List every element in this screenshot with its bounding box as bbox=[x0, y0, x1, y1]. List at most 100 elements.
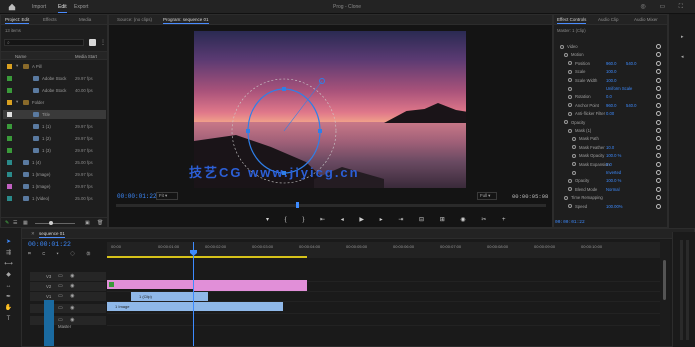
tab-effect-controls[interactable]: Effect Controls bbox=[557, 17, 587, 24]
reset-icon[interactable] bbox=[656, 69, 661, 75]
effect-property-row[interactable]: Mask (1) bbox=[556, 127, 668, 135]
fit-select[interactable]: Fit ▾ bbox=[156, 192, 178, 200]
property-value-2[interactable]: 540.0 bbox=[626, 61, 636, 66]
program-playhead[interactable] bbox=[296, 202, 299, 208]
zoom-slider[interactable] bbox=[35, 223, 75, 224]
reset-icon[interactable] bbox=[656, 203, 661, 209]
track-select-icon[interactable]: ⇶ bbox=[4, 249, 13, 258]
grid-view-icon[interactable]: ▦ bbox=[23, 220, 28, 226]
timeline-current-time[interactable]: 00:00:01:22 bbox=[28, 241, 71, 248]
list-item[interactable]: 1 (4) 25.00 fps bbox=[3, 158, 106, 167]
track-header-a1[interactable]: A1▭ ◉ bbox=[30, 304, 106, 314]
property-value[interactable]: 0.0 bbox=[606, 94, 612, 99]
list-item[interactable]: 1 (1) 29.97 fps bbox=[3, 122, 106, 131]
tab-audio-mixer[interactable]: Audio Mixer bbox=[634, 17, 658, 22]
resolution-select[interactable]: Full ▾ bbox=[477, 192, 497, 200]
tab-export[interactable]: Export bbox=[74, 4, 88, 10]
time-ruler[interactable]: 00:00 00:00:01:00 00:00:02:00 00:00:03:00 00… bbox=[107, 242, 660, 258]
list-item[interactable]: 1 (Image) 29.97 fps bbox=[3, 182, 106, 191]
stopwatch-icon[interactable] bbox=[568, 128, 572, 133]
trash-icon[interactable]: 🗑 bbox=[97, 220, 103, 226]
keyframe-nav-icon[interactable]: ◂ bbox=[681, 54, 684, 60]
effect-property-row[interactable]: Mask Path bbox=[556, 135, 668, 143]
effects-time[interactable]: 00:00:01:22 bbox=[555, 220, 585, 225]
stopwatch-icon[interactable] bbox=[568, 204, 572, 209]
stopwatch-icon[interactable] bbox=[564, 120, 568, 125]
stopwatch-icon[interactable] bbox=[568, 86, 572, 91]
effect-property-row[interactable]: Mask Expansion 0.0 bbox=[556, 161, 668, 169]
effect-property-row[interactable]: Scale Width 100.0 bbox=[556, 77, 668, 85]
property-value[interactable]: 100.0 bbox=[606, 69, 616, 74]
reset-icon[interactable] bbox=[656, 119, 661, 125]
reset-icon[interactable] bbox=[656, 44, 661, 49]
type-icon[interactable]: T bbox=[4, 315, 13, 324]
stopwatch-icon[interactable] bbox=[572, 162, 576, 167]
stopwatch-icon[interactable] bbox=[564, 52, 568, 57]
effect-property-row[interactable]: Blend Mode Normal bbox=[556, 186, 668, 194]
stopwatch-icon[interactable] bbox=[572, 145, 576, 150]
selection-tool-icon[interactable]: ➤ bbox=[4, 238, 13, 247]
reset-icon[interactable] bbox=[656, 186, 661, 192]
bin-row[interactable]: ▾ A Pill bbox=[3, 62, 106, 71]
effect-property-row[interactable]: Position 960.0 540.0 bbox=[556, 60, 668, 68]
new-item-icon[interactable]: ▣ bbox=[85, 220, 90, 226]
stopwatch-icon[interactable] bbox=[572, 170, 576, 175]
stopwatch-icon[interactable] bbox=[568, 78, 572, 83]
clip-graphic[interactable] bbox=[107, 280, 307, 289]
stopwatch-icon[interactable] bbox=[568, 69, 572, 74]
close-tab-icon[interactable]: ✕ bbox=[31, 231, 35, 237]
effect-property-row[interactable]: Mask Feather 10.0 bbox=[556, 144, 668, 152]
property-value[interactable]: 0.0 bbox=[606, 162, 612, 167]
effect-property-row[interactable]: Anchor Point 960.0 540.0 bbox=[556, 102, 668, 110]
master-clip-label[interactable]: Master: 1 (Clip) bbox=[557, 28, 586, 33]
program-current-time[interactable]: 00:00:01:22 bbox=[117, 193, 157, 200]
property-value[interactable]: Normal bbox=[606, 187, 620, 192]
effect-property-row[interactable]: Opacity 100.0 % bbox=[556, 177, 668, 185]
stopwatch-icon[interactable] bbox=[560, 44, 564, 49]
list-item[interactable]: Title bbox=[3, 110, 106, 119]
chevron-down-icon[interactable]: ▾ bbox=[16, 99, 18, 105]
window-controls[interactable]: ◎ ▭ ⛶ bbox=[641, 3, 689, 11]
pen-icon[interactable]: ✒ bbox=[4, 293, 13, 302]
track-toggle-icons[interactable]: ▭ ◉ bbox=[58, 317, 77, 323]
timeline-clip[interactable]: 1 (Clip) bbox=[131, 292, 208, 301]
zoom-slider-thumb[interactable] bbox=[49, 221, 53, 225]
tab-audio-clip[interactable]: Audio Clip bbox=[598, 17, 619, 22]
col-name[interactable]: Name bbox=[15, 54, 26, 59]
property-value[interactable]: 10.0 bbox=[606, 145, 614, 150]
search-input[interactable]: ⌕ bbox=[4, 39, 84, 46]
bin-row[interactable]: ▾ Folder bbox=[3, 98, 106, 107]
stopwatch-icon[interactable] bbox=[572, 153, 576, 158]
tab-sequence[interactable]: sequence 01 bbox=[39, 231, 65, 238]
list-item[interactable]: 1 (Image) 29.97 fps bbox=[3, 170, 106, 179]
property-value[interactable]: 0.00 bbox=[606, 111, 614, 116]
reset-icon[interactable] bbox=[656, 52, 661, 58]
program-scrubber[interactable] bbox=[116, 202, 546, 208]
pencil-icon[interactable]: ✎ bbox=[5, 220, 9, 226]
track-target-indicator[interactable] bbox=[44, 300, 54, 346]
reset-icon[interactable] bbox=[656, 161, 661, 167]
reset-icon[interactable] bbox=[656, 128, 661, 133]
reset-icon[interactable] bbox=[656, 86, 661, 91]
col-rate[interactable]: Media Start bbox=[75, 54, 97, 59]
effect-property-row[interactable]: Opacity bbox=[556, 119, 668, 127]
property-value[interactable]: 100.0 % bbox=[606, 178, 621, 183]
tab-import[interactable]: Import bbox=[32, 4, 46, 10]
property-value[interactable]: 100.0 bbox=[606, 78, 616, 83]
track-header-v1[interactable]: V1 ▭ ◉ bbox=[30, 292, 106, 302]
pin-icon[interactable]: ▸ bbox=[681, 34, 684, 40]
stopwatch-icon[interactable] bbox=[568, 187, 572, 192]
hand-icon[interactable]: ✋ bbox=[4, 304, 13, 313]
track-header-v3[interactable]: V3 ▭ ◉ bbox=[30, 272, 106, 282]
timeline-clip[interactable]: 1 Image bbox=[107, 302, 283, 311]
property-value[interactable]: 960.0 bbox=[606, 103, 616, 108]
stopwatch-icon[interactable] bbox=[568, 94, 572, 99]
reset-icon[interactable] bbox=[656, 136, 661, 142]
list-item[interactable]: Adobe Stock 40.00 fps bbox=[3, 86, 106, 95]
tab-edit[interactable]: Edit bbox=[58, 4, 67, 13]
list-view-icon[interactable]: ☰ bbox=[13, 220, 17, 226]
reset-icon[interactable] bbox=[656, 94, 661, 100]
list-item[interactable]: 1 (3) 29.97 fps bbox=[3, 146, 106, 155]
effect-property-row[interactable]: Video bbox=[556, 43, 668, 51]
home-icon[interactable] bbox=[8, 3, 16, 11]
